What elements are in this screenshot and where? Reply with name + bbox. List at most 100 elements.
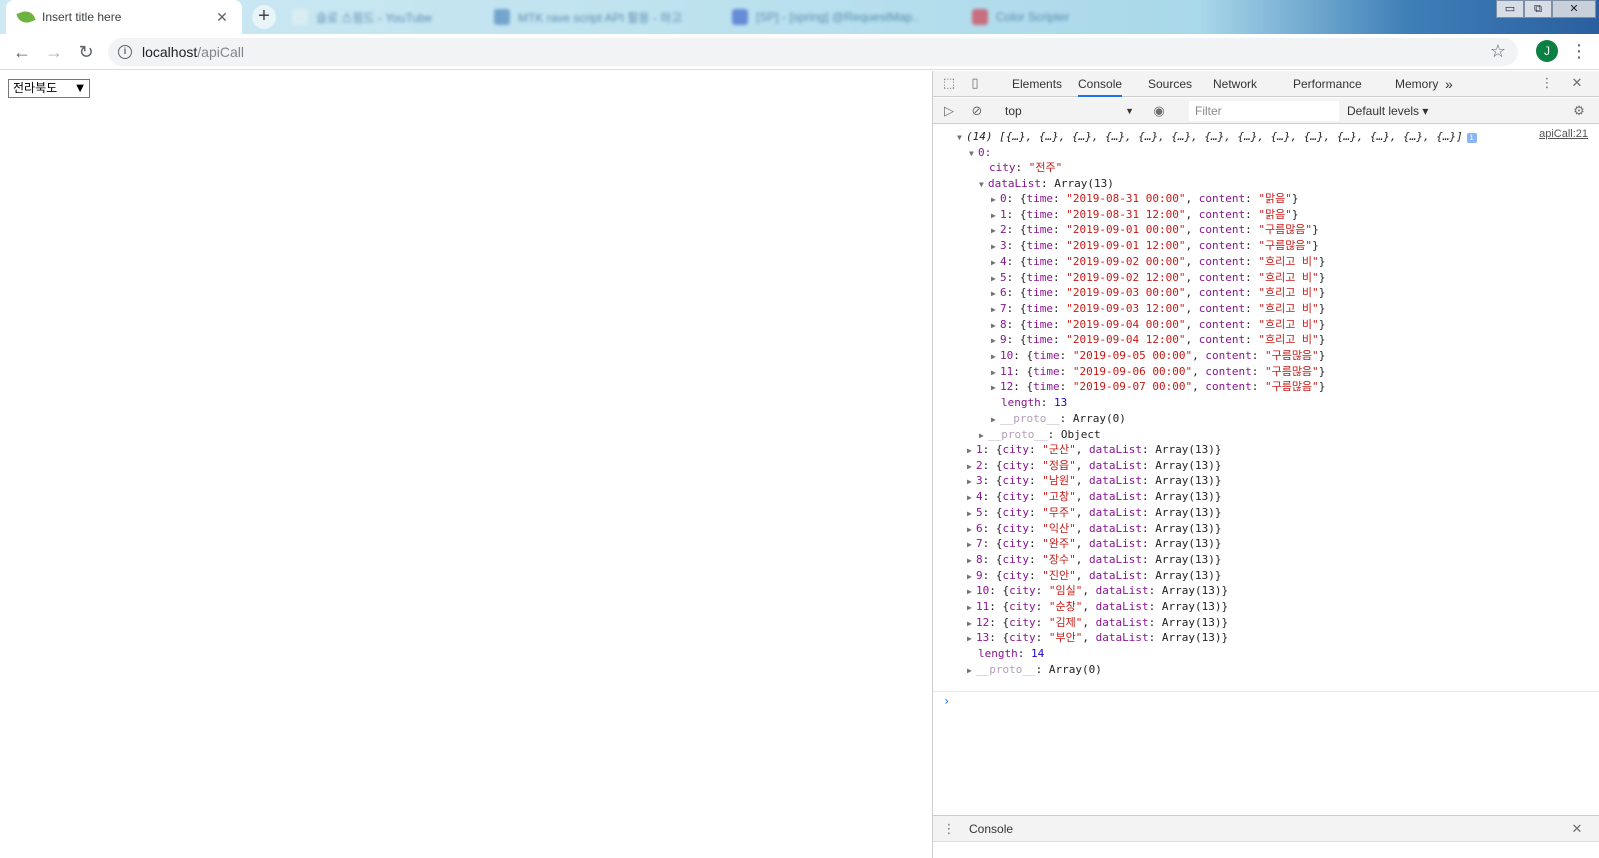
- collapsed-triangle-icon: ▶: [991, 415, 996, 424]
- bookmark-star-icon[interactable]: ☆: [1490, 41, 1506, 62]
- more-tabs-icon[interactable]: »: [1445, 71, 1453, 97]
- datalist-type: Array(13): [1155, 490, 1215, 504]
- browser-menu-icon[interactable]: ⋮: [1570, 40, 1588, 62]
- browser-tab[interactable]: Color Scripter: [960, 0, 1192, 34]
- forward-button[interactable]: →: [42, 40, 66, 64]
- item-content: "맑음": [1258, 207, 1292, 221]
- datalist-item[interactable]: ▶ 12: {time: "2019-09-07 00:00", content:…: [991, 379, 1325, 395]
- log-levels-select[interactable]: Default levels ▾: [1347, 102, 1428, 120]
- datalist-proto[interactable]: ▶ __proto__: Array(0): [991, 411, 1126, 427]
- profile-avatar[interactable]: J: [1536, 40, 1558, 62]
- datalist-type: Array(13): [1155, 443, 1215, 456]
- datalist-item[interactable]: ▶ 8: {time: "2019-09-04 00:00", content: …: [991, 317, 1325, 333]
- item-content: "맑음": [1258, 192, 1292, 205]
- console-toolbar: ▷ ⊘ top ▼ ◉ Default levels ▾ ⚙: [933, 98, 1599, 124]
- tree-node-0[interactable]: ▼ 0:: [969, 145, 991, 161]
- browser-toolbar: ← → ↻ i localhost/apiCall ☆ J ⋮: [0, 34, 1599, 70]
- item-index: 9: [1000, 333, 1007, 347]
- datalist-length-value: 13: [1054, 396, 1068, 409]
- collapsed-triangle-icon: ▶: [967, 666, 972, 675]
- city-node[interactable]: ▶ 7: {city: "완주", dataList: Array(13)}: [967, 536, 1221, 552]
- tab-sources[interactable]: Sources: [1148, 71, 1192, 97]
- city-value: "진안": [1042, 568, 1076, 582]
- collapsed-triangle-icon: ▶: [967, 446, 972, 455]
- root-length: length: 14: [978, 647, 1045, 660]
- reload-button[interactable]: ↻: [74, 40, 98, 64]
- datalist-type: Array(13): [1155, 552, 1215, 566]
- inspect-element-icon[interactable]: ⬚: [941, 75, 957, 91]
- close-window-button[interactable]: ✕: [1552, 0, 1596, 18]
- url-host: localhost: [142, 44, 198, 60]
- tab-network[interactable]: Network: [1213, 71, 1257, 97]
- maximize-button[interactable]: ⧉: [1524, 0, 1552, 18]
- city-node[interactable]: ▶ 5: {city: "무주", dataList: Array(13)}: [967, 505, 1221, 521]
- device-toolbar-icon[interactable]: ▯: [967, 75, 983, 91]
- site-info-icon[interactable]: i: [118, 45, 132, 59]
- close-devtools-icon[interactable]: ✕: [1569, 75, 1585, 91]
- collapsed-triangle-icon: ▶: [991, 320, 996, 330]
- browser-tab[interactable]: [SP] - [spring] @RequestMap..: [720, 0, 952, 34]
- source-link[interactable]: apiCall:21: [1539, 128, 1588, 140]
- city-node[interactable]: ▶ 9: {city: "진안", dataList: Array(13)}: [967, 568, 1221, 584]
- tab-memory[interactable]: Memory: [1395, 71, 1438, 97]
- datalist-item[interactable]: ▶ 2: {time: "2019-09-01 00:00", content: …: [991, 222, 1319, 238]
- city-node[interactable]: ▶ 8: {city: "장수", dataList: Array(13)}: [967, 552, 1221, 568]
- collapsed-triangle-icon: ▶: [967, 477, 972, 487]
- drawer-menu-icon[interactable]: ⋮: [941, 821, 957, 837]
- context-select[interactable]: top ▼: [1003, 102, 1138, 120]
- browser-tab[interactable]: MTK rave script API 활용 - 하고: [482, 0, 710, 34]
- datalist-item[interactable]: ▶ 5: {time: "2019-09-02 12:00", content: …: [991, 270, 1325, 286]
- collapsed-triangle-icon: ▶: [991, 304, 996, 314]
- datalist-item[interactable]: ▶ 9: {time: "2019-09-04 12:00", content: …: [991, 332, 1325, 348]
- item-time: "2019-09-02 12:00": [1066, 270, 1186, 284]
- datalist-item[interactable]: ▶ 0: {time: "2019-08-31 00:00", content: …: [991, 191, 1298, 207]
- region-select[interactable]: 전라북도 ▼: [8, 79, 90, 98]
- city-node[interactable]: ▶ 2: {city: "정읍", dataList: Array(13)}: [967, 458, 1221, 474]
- city-node[interactable]: ▶ 4: {city: "고창", dataList: Array(13)}: [967, 489, 1221, 505]
- root-proto[interactable]: ▶ __proto__: Array(0): [967, 662, 1102, 678]
- console-prompt[interactable]: ›: [933, 691, 1599, 711]
- city-node[interactable]: ▶ 6: {city: "익산", dataList: Array(13)}: [967, 521, 1221, 537]
- tab-close-icon[interactable]: ✕: [214, 9, 230, 26]
- datalist-item[interactable]: ▶ 3: {time: "2019-09-01 12:00", content: …: [991, 238, 1319, 254]
- close-drawer-icon[interactable]: ✕: [1569, 821, 1585, 837]
- tab-performance[interactable]: Performance: [1293, 71, 1362, 97]
- city-node[interactable]: ▶ 13: {city: "부안", dataList: Array(13)}: [967, 630, 1228, 646]
- eye-icon[interactable]: ◉: [1151, 103, 1167, 119]
- datalist-item[interactable]: ▶ 4: {time: "2019-09-02 00:00", content: …: [991, 254, 1325, 270]
- console-output: ▼ (14) [{…}, {…}, {…}, {…}, {…}, {…}, {…}…: [933, 125, 1599, 815]
- browser-tab-active[interactable]: Insert title here ✕: [6, 0, 242, 34]
- back-button[interactable]: ←: [10, 40, 34, 64]
- drawer-tab-console[interactable]: Console: [969, 816, 1013, 842]
- devtools-menu-icon[interactable]: ⋮: [1539, 75, 1555, 91]
- item-content: "구름많음": [1258, 223, 1313, 237]
- city-node[interactable]: ▶ 11: {city: "순창", dataList: Array(13)}: [967, 599, 1228, 615]
- datalist-item[interactable]: ▶ 1: {time: "2019-08-31 12:00", content: …: [991, 207, 1298, 223]
- browser-tab[interactable]: 슬로 스윙드 - YouTube: [280, 0, 470, 34]
- address-bar[interactable]: i localhost/apiCall ☆: [108, 38, 1518, 66]
- city-node[interactable]: ▶ 3: {city: "남원", dataList: Array(13)}: [967, 473, 1221, 489]
- new-tab-button[interactable]: +: [252, 5, 276, 29]
- node0-proto[interactable]: ▶ __proto__: Object: [979, 427, 1101, 443]
- tab-elements[interactable]: Elements: [1012, 71, 1062, 97]
- city-node[interactable]: ▶ 10: {city: "임실", dataList: Array(13)}: [967, 583, 1228, 599]
- expanded-triangle-icon: ▼: [957, 133, 962, 142]
- datalist-item[interactable]: ▶ 7: {time: "2019-09-03 12:00", content: …: [991, 301, 1325, 317]
- sidebar-toggle-icon[interactable]: ▷: [941, 103, 957, 119]
- city-node[interactable]: ▶ 1: {city: "군산", dataList: Array(13)}: [967, 442, 1221, 458]
- minimize-button[interactable]: ▭: [1496, 0, 1524, 18]
- datalist-node[interactable]: ▼ dataList: Array(13): [979, 176, 1114, 192]
- datalist-item[interactable]: ▶ 6: {time: "2019-09-03 00:00", content: …: [991, 285, 1325, 301]
- datalist-item[interactable]: ▶ 11: {time: "2019-09-06 00:00", content:…: [991, 364, 1325, 380]
- item-time: "2019-08-31 00:00": [1066, 192, 1186, 205]
- root-proto-value: Array(0): [1048, 663, 1102, 676]
- console-log-root[interactable]: ▼ (14) [{…}, {…}, {…}, {…}, {…}, {…}, {…}…: [957, 129, 1477, 145]
- page-viewport: 전라북도 ▼: [0, 71, 932, 858]
- expanded-triangle-icon: ▼: [979, 180, 984, 189]
- city-node[interactable]: ▶ 12: {city: "김제", dataList: Array(13)}: [967, 615, 1228, 631]
- console-filter-input[interactable]: [1189, 101, 1339, 121]
- gear-icon[interactable]: ⚙: [1571, 103, 1587, 119]
- tab-console[interactable]: Console: [1078, 71, 1123, 97]
- datalist-item[interactable]: ▶ 10: {time: "2019-09-05 00:00", content:…: [991, 348, 1325, 364]
- clear-console-icon[interactable]: ⊘: [969, 103, 985, 119]
